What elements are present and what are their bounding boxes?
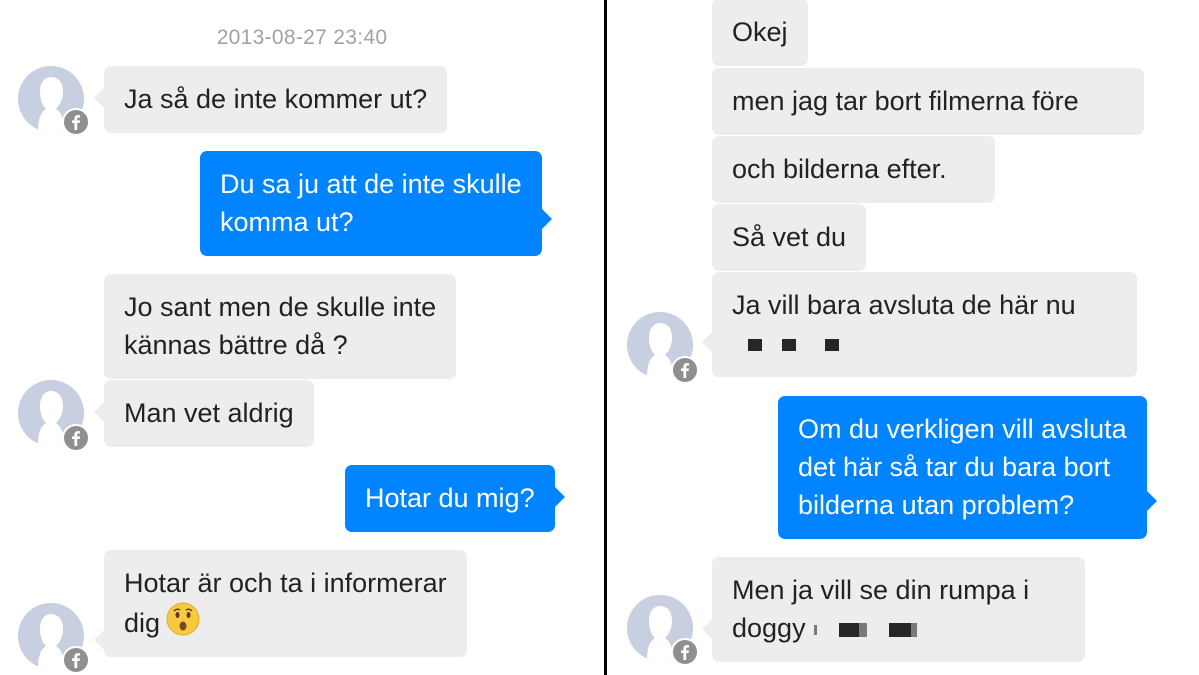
message-text: Okej (732, 17, 788, 47)
bubble-tail (702, 332, 712, 352)
message-text: Ja så de inte kommer ut? (124, 84, 428, 114)
message-timestamp: 2013-08-27 23:40 (216, 26, 388, 49)
message-text: dig (124, 608, 161, 638)
bubble-tail (94, 630, 104, 650)
redaction-block (910, 622, 917, 637)
redaction-block (888, 622, 911, 637)
message-text: bilderna utan problem? (798, 490, 1075, 520)
bubble-tail (702, 619, 712, 639)
redaction-block (748, 338, 762, 351)
incoming-message-bubble: Man vet aldrig (94, 380, 314, 447)
message-text: Om du verkligen vill avsluta (798, 414, 1127, 444)
incoming-message-bubble: Men ja vill se din rumpa i doggy (702, 557, 1085, 662)
message-text: Hotar är och ta i informerar (124, 568, 447, 598)
redaction-block (781, 338, 796, 351)
outgoing-message-bubble: Hotar du mig? (345, 465, 565, 532)
incoming-message-bubble: och bilderna efter. (712, 136, 995, 203)
outgoing-message-bubble: Du sa ju att de inte skulle komma ut? (200, 151, 552, 256)
hushed-face-emoji-icon (166, 602, 200, 636)
facebook-badge-icon (62, 646, 90, 674)
message-text: Du sa ju att de inte skulle (220, 169, 522, 199)
message-text: kännas bättre då ? (124, 330, 348, 360)
chat-panel-right: Okej men jag tar bort filmerna före och … (607, 0, 1199, 675)
incoming-message-bubble: Ja så de inte kommer ut? (94, 66, 448, 133)
bubble-tail (94, 402, 104, 422)
message-text: Ja vill bara avsluta de här nu (732, 290, 1076, 320)
message-text: men jag tar bort filmerna före (732, 86, 1079, 116)
redacted-content (732, 324, 1117, 362)
outgoing-message-bubble: Om du verkligen vill avsluta det här så … (778, 396, 1157, 539)
facebook-badge-icon (62, 108, 90, 136)
incoming-message-bubble: Så vet du (712, 204, 867, 271)
message-text: och bilderna efter. (732, 154, 947, 184)
message-text: Så vet du (732, 222, 847, 252)
redacted-content (806, 613, 917, 643)
message-text: det här så tar du bara bort (798, 452, 1111, 482)
incoming-message-bubble: Ja vill bara avsluta de här nu (702, 272, 1137, 377)
message-text: Jo sant men de skulle inte (124, 292, 437, 322)
message-text: Men ja vill se din rumpa i (732, 575, 1030, 605)
chat-panel-left: 2013-08-27 23:40 Ja så de inte kommer ut… (0, 0, 604, 675)
incoming-message-bubble: Okej (712, 0, 808, 66)
incoming-message-bubble: Hotar är och ta i informerar dig (94, 550, 467, 657)
message-text: Man vet aldrig (124, 398, 294, 428)
facebook-badge-icon (671, 638, 699, 666)
redaction-block (825, 338, 840, 351)
message-text: doggy (732, 613, 806, 643)
facebook-badge-icon (62, 424, 90, 452)
bubble-tail (1146, 491, 1157, 511)
bubble-tail (541, 209, 552, 229)
redaction-block (838, 622, 859, 637)
bubble-tail (554, 487, 565, 507)
incoming-message-bubble: Jo sant men de skulle inte kännas bättre… (104, 274, 457, 379)
facebook-badge-icon (671, 356, 699, 384)
redaction-block (858, 622, 867, 637)
redaction-block (813, 624, 817, 635)
message-text: Hotar du mig? (365, 483, 535, 513)
incoming-message-bubble: men jag tar bort filmerna före (712, 68, 1144, 135)
bubble-tail (94, 88, 104, 108)
message-text: komma ut? (220, 207, 354, 237)
